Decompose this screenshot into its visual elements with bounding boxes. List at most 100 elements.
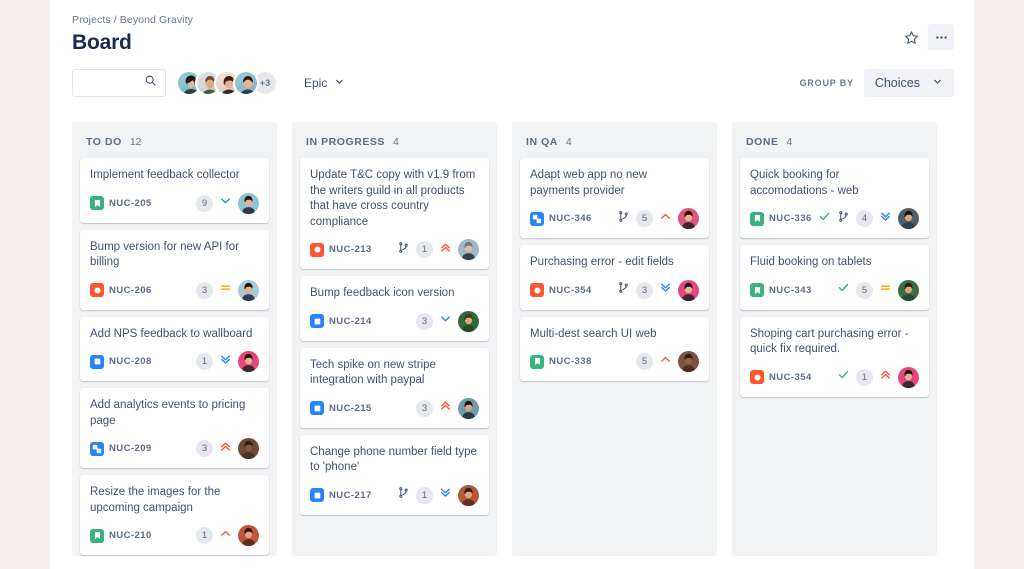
issue-card[interactable]: Resize the images for the upcoming campa… bbox=[80, 475, 269, 555]
assignee-avatar[interactable] bbox=[238, 525, 259, 546]
assignee-avatar[interactable] bbox=[678, 208, 699, 229]
issue-key[interactable]: NUC-354 bbox=[750, 370, 812, 384]
board-app: Projects / Beyond Gravity Board +3 Epic … bbox=[50, 0, 974, 569]
issue-card[interactable]: Quick booking for accomodations - web NU… bbox=[740, 158, 929, 238]
avatar-group[interactable]: +3 bbox=[176, 70, 278, 96]
branch-icon[interactable] bbox=[397, 241, 410, 259]
issue-card[interactable]: Bump feedback icon version NUC-214 3 bbox=[300, 276, 489, 341]
assignee-avatar[interactable] bbox=[898, 279, 919, 301]
epic-filter-label: Epic bbox=[304, 76, 328, 90]
issue-title: Bump feedback icon version bbox=[310, 287, 455, 299]
issue-key[interactable]: NUC-208 bbox=[90, 354, 152, 369]
avatar[interactable] bbox=[233, 70, 259, 96]
priority-lowest-icon bbox=[219, 353, 232, 371]
branch-icon[interactable] bbox=[617, 281, 630, 299]
breadcrumb[interactable]: Projects / Beyond Gravity bbox=[72, 14, 952, 26]
assignee-avatar[interactable] bbox=[238, 279, 259, 301]
assignee-avatar[interactable] bbox=[458, 239, 479, 260]
card-list: Quick booking for accomodations - web NU… bbox=[740, 158, 929, 397]
issue-footer: NUC-354 1 bbox=[750, 366, 919, 388]
issue-card[interactable]: Fluid booking on tablets NUC-343 5 bbox=[740, 245, 929, 310]
assignee-avatar[interactable] bbox=[898, 366, 919, 388]
issue-key[interactable]: NUC-206 bbox=[90, 283, 152, 297]
priority-highest-icon bbox=[879, 368, 892, 386]
search-input[interactable] bbox=[73, 70, 144, 96]
issue-key[interactable]: NUC-213 bbox=[310, 242, 372, 257]
priority-highest-icon bbox=[219, 440, 232, 458]
issue-key[interactable]: NUC-215 bbox=[310, 401, 372, 415]
assignee-avatar[interactable] bbox=[238, 192, 259, 214]
issue-title: Multi-dest search UI web bbox=[530, 327, 657, 340]
issue-card[interactable]: Update T&C copy with v1.9 from the write… bbox=[300, 158, 489, 269]
issue-footer: NUC-217 1 bbox=[310, 484, 479, 506]
priority-highest-icon bbox=[439, 241, 452, 259]
issue-key[interactable]: NUC-336 bbox=[750, 211, 812, 226]
issue-footer: NUC-346 5 bbox=[530, 208, 699, 229]
issue-card[interactable]: Multi-dest search UI web NUC-338 5 bbox=[520, 316, 709, 381]
issue-meta: 3 bbox=[416, 310, 479, 332]
assignee-avatar[interactable] bbox=[678, 279, 699, 301]
story-points-badge: 1 bbox=[196, 527, 213, 544]
issue-key[interactable]: NUC-217 bbox=[310, 488, 372, 502]
issue-footer: NUC-209 3 bbox=[90, 438, 259, 459]
assignee-avatar[interactable] bbox=[458, 397, 479, 419]
branch-icon[interactable] bbox=[837, 210, 850, 228]
issue-key[interactable]: NUC-210 bbox=[90, 528, 152, 543]
epic-filter-dropdown[interactable]: Epic bbox=[296, 71, 353, 95]
issue-key[interactable]: NUC-343 bbox=[750, 283, 812, 297]
issue-card[interactable]: Implement feedback collector NUC-205 9 bbox=[80, 158, 269, 223]
issue-key[interactable]: NUC-205 bbox=[90, 196, 152, 210]
issue-footer: NUC-336 4 bbox=[750, 208, 919, 229]
branch-icon[interactable] bbox=[617, 210, 630, 228]
issue-type-task-icon bbox=[310, 488, 324, 502]
group-by-value: Choices bbox=[874, 76, 920, 90]
issue-key-text: NUC-343 bbox=[769, 284, 812, 296]
issue-title: Purchasing error - edit fields bbox=[530, 256, 674, 268]
more-actions-icon[interactable] bbox=[928, 24, 954, 50]
issue-title: Resize the images for the upcoming campa… bbox=[90, 486, 221, 514]
assignee-avatar[interactable] bbox=[458, 484, 479, 506]
issue-type-story-icon bbox=[530, 354, 544, 369]
issue-card[interactable]: Add NPS feedback to wallboard NUC-208 1 bbox=[80, 316, 269, 381]
story-points-badge: 1 bbox=[196, 353, 213, 370]
branch-icon[interactable] bbox=[397, 486, 410, 504]
search-box[interactable] bbox=[72, 69, 166, 97]
story-points-badge: 1 bbox=[416, 241, 433, 258]
priority-medium-icon bbox=[879, 281, 892, 299]
issue-title: Implement feedback collector bbox=[90, 169, 240, 181]
star-icon[interactable] bbox=[898, 24, 924, 50]
column-header: DONE 4 bbox=[740, 122, 929, 158]
issue-card[interactable]: Adapt web app no new payments provider N… bbox=[520, 158, 709, 238]
issue-card[interactable]: Add analytics events to pricing page NUC… bbox=[80, 388, 269, 468]
page-header: Projects / Beyond Gravity Board bbox=[50, 0, 974, 55]
group-by-dropdown[interactable]: Choices bbox=[863, 69, 954, 97]
issue-meta: 1 bbox=[397, 484, 479, 506]
issue-key[interactable]: NUC-354 bbox=[530, 283, 592, 297]
issue-card[interactable]: Change phone number field type to 'phone… bbox=[300, 434, 489, 515]
issue-key[interactable]: NUC-338 bbox=[530, 354, 592, 369]
issue-footer: NUC-210 1 bbox=[90, 525, 259, 546]
group-by-control: GROUP BY Choices bbox=[800, 69, 954, 97]
issue-key-text: NUC-213 bbox=[329, 244, 372, 255]
story-points-badge: 9 bbox=[196, 194, 213, 212]
story-points-badge: 1 bbox=[856, 368, 873, 386]
issue-key-text: NUC-205 bbox=[109, 197, 152, 209]
issue-card[interactable]: Tech spike on new stripe integration wit… bbox=[300, 347, 489, 428]
issue-key[interactable]: NUC-214 bbox=[310, 314, 372, 328]
issue-meta: 3 bbox=[416, 397, 479, 419]
board-toolbar: +3 Epic GROUP BY Choices bbox=[50, 55, 974, 97]
assignee-avatar[interactable] bbox=[898, 208, 919, 229]
search-icon[interactable] bbox=[144, 74, 157, 92]
issue-key[interactable]: NUC-346 bbox=[530, 211, 592, 226]
issue-card[interactable]: Purchasing error - edit fields NUC-354 3 bbox=[520, 245, 709, 310]
assignee-avatar[interactable] bbox=[678, 351, 699, 372]
page-title: Board bbox=[72, 31, 132, 54]
assignee-avatar[interactable] bbox=[238, 438, 259, 459]
issue-meta: 4 bbox=[818, 208, 919, 229]
issue-card[interactable]: Shoping cart purchasing error - quick fi… bbox=[740, 316, 929, 397]
issue-key[interactable]: NUC-209 bbox=[90, 441, 152, 456]
issue-meta: 3 bbox=[617, 279, 699, 301]
assignee-avatar[interactable] bbox=[238, 351, 259, 372]
issue-card[interactable]: Bump version for new API for billing NUC… bbox=[80, 229, 269, 310]
assignee-avatar[interactable] bbox=[458, 310, 479, 332]
